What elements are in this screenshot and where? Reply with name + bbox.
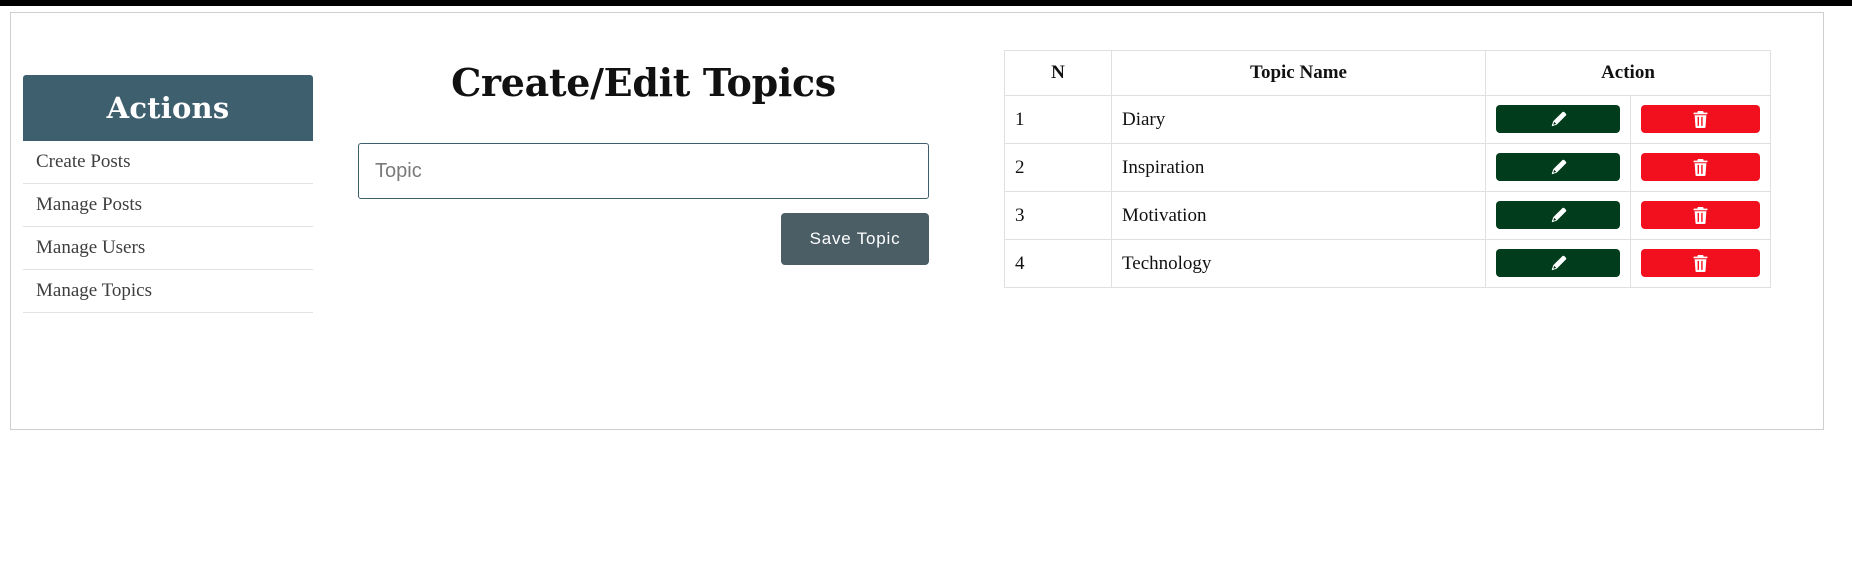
table-row: 4 Technology — [1004, 239, 1771, 288]
sidebar-item-create-posts[interactable]: Create Posts — [23, 141, 313, 184]
row-number: 1 — [1004, 95, 1112, 144]
trash-icon — [1693, 110, 1708, 128]
edit-cell — [1485, 95, 1631, 144]
delete-button[interactable] — [1641, 201, 1760, 230]
sidebar: Actions Create Posts Manage Posts Manage… — [23, 75, 313, 313]
row-number: 2 — [1004, 143, 1112, 192]
edit-button[interactable] — [1496, 153, 1620, 182]
sidebar-item-manage-posts[interactable]: Manage Posts — [23, 184, 313, 227]
top-border-bar — [0, 0, 1852, 6]
delete-button[interactable] — [1641, 105, 1760, 134]
delete-cell — [1630, 143, 1771, 192]
edit-cell — [1485, 143, 1631, 192]
sidebar-item-manage-topics[interactable]: Manage Topics — [23, 270, 313, 313]
delete-button[interactable] — [1641, 249, 1760, 278]
edit-button[interactable] — [1496, 105, 1620, 134]
edit-button[interactable] — [1496, 249, 1620, 278]
delete-cell — [1630, 239, 1771, 288]
sidebar-title: Actions — [23, 75, 313, 141]
table-row: 3 Motivation — [1004, 191, 1771, 240]
column-header-n: N — [1004, 50, 1112, 96]
row-number: 4 — [1004, 239, 1112, 288]
trash-icon — [1693, 158, 1708, 176]
topic-name: Motivation — [1111, 191, 1486, 240]
pencil-icon — [1550, 111, 1567, 128]
topic-input[interactable] — [358, 143, 929, 199]
row-number: 3 — [1004, 191, 1112, 240]
column-header-action: Action — [1485, 50, 1771, 96]
save-topic-button[interactable]: Save Topic — [781, 213, 929, 265]
trash-icon — [1693, 254, 1708, 272]
sidebar-item-manage-users[interactable]: Manage Users — [23, 227, 313, 270]
pencil-icon — [1550, 207, 1567, 224]
table-header-row: N Topic Name Action — [1004, 50, 1771, 96]
pencil-icon — [1550, 255, 1567, 272]
topic-name: Inspiration — [1111, 143, 1486, 192]
edit-button[interactable] — [1496, 201, 1620, 230]
column-header-topic-name: Topic Name — [1111, 50, 1486, 96]
table-row: 2 Inspiration — [1004, 143, 1771, 192]
topic-name: Technology — [1111, 239, 1486, 288]
table-row: 1 Diary — [1004, 95, 1771, 144]
trash-icon — [1693, 206, 1708, 224]
topic-name: Diary — [1111, 95, 1486, 144]
edit-cell — [1485, 239, 1631, 288]
topics-table: N Topic Name Action 1 Diary 2 Inspiratio… — [1004, 50, 1771, 288]
page-title: Create/Edit Topics — [451, 60, 836, 105]
delete-button[interactable] — [1641, 153, 1760, 182]
edit-cell — [1485, 191, 1631, 240]
delete-cell — [1630, 95, 1771, 144]
pencil-icon — [1550, 159, 1567, 176]
delete-cell — [1630, 191, 1771, 240]
